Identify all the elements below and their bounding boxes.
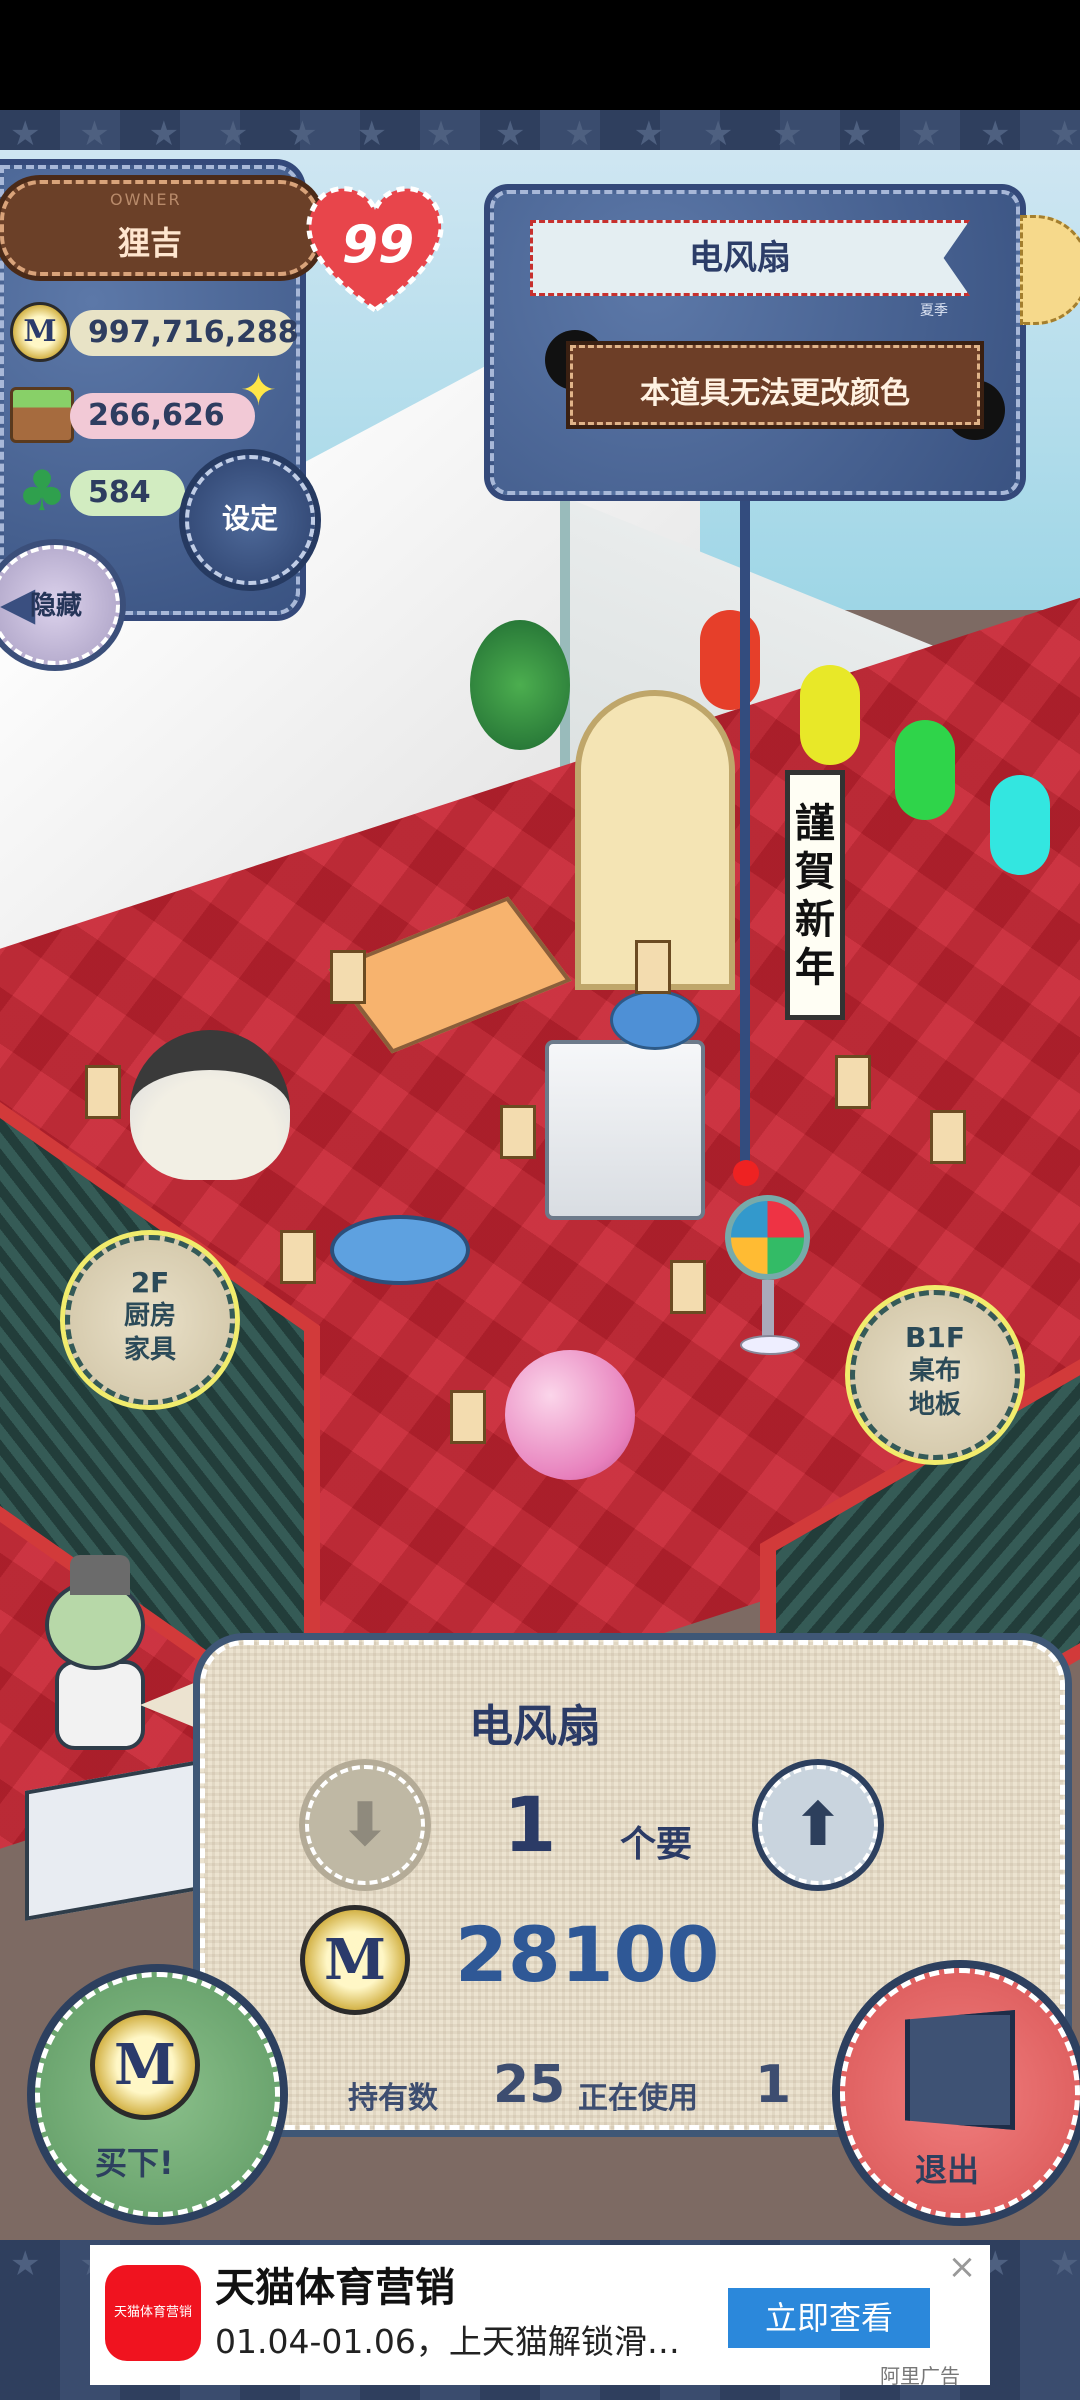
increase-quantity-button[interactable]: ⬆ xyxy=(758,1765,878,1885)
sparkle-icon: ✦ xyxy=(240,365,277,416)
price-sign xyxy=(835,1055,871,1109)
floor-category: 地板 xyxy=(908,1390,961,1420)
item-note: 本道具无法更改颜色 xyxy=(640,376,910,411)
item-name: 电风扇 xyxy=(689,238,791,278)
floor-category: 厨房 xyxy=(123,1301,176,1331)
owner-name: 狸吉 xyxy=(117,224,182,262)
purchase-item-name: 电风扇 xyxy=(469,1701,601,1752)
ad-description: 01.04-01.06，上天猫解锁滑雪新玩法 xyxy=(215,2322,695,2361)
display-bulb-red xyxy=(700,610,760,710)
fan-stand xyxy=(762,1280,774,1340)
display-bulb-green xyxy=(895,720,955,820)
floor-category: 桌布 xyxy=(908,1356,961,1386)
fan-base xyxy=(740,1335,800,1355)
ad-title: 天猫体育营销 xyxy=(215,2265,455,2311)
price-sign xyxy=(500,1105,536,1159)
floor-2f-button[interactable]: 2F 厨房 家具 xyxy=(65,1235,235,1405)
close-icon[interactable]: × xyxy=(945,2250,979,2284)
ice-cream-seat[interactable] xyxy=(130,1030,290,1180)
goods-row: 266,626 xyxy=(10,385,270,445)
clover-value: 584 xyxy=(70,470,185,516)
electric-fan[interactable] xyxy=(725,1195,810,1280)
price-sign xyxy=(280,1230,316,1284)
tmall-logo-icon: 天猫体育营销 xyxy=(105,2265,201,2361)
in-use-value: 1 xyxy=(755,2055,792,2115)
down-arrow-icon: ⬇ xyxy=(339,1790,391,1860)
hide-label: 隐藏 xyxy=(30,591,83,621)
potted-plant[interactable] xyxy=(470,620,570,750)
washing-machine-lid xyxy=(610,990,700,1050)
bear-body xyxy=(55,1660,145,1750)
money-row: M 997,716,288 xyxy=(10,302,299,362)
coin-icon: M xyxy=(90,2010,200,2120)
floor-b1f-button[interactable]: B1F 桌布 地板 xyxy=(850,1290,1020,1460)
coin-icon: M xyxy=(10,302,70,362)
pink-ball[interactable] xyxy=(505,1350,635,1480)
owned-value: 25 xyxy=(493,2055,566,2115)
round-table[interactable] xyxy=(330,1215,470,1285)
price-sign xyxy=(450,1390,486,1444)
decrease-quantity-button[interactable]: ⬇ xyxy=(305,1765,425,1885)
ad-cta-button[interactable]: 立即查看 xyxy=(728,2288,930,2348)
money-value: 997,716,288 xyxy=(70,310,299,356)
floor-label: 2F xyxy=(130,1266,170,1299)
owned-label: 持有数 xyxy=(348,2081,438,2116)
settings-button[interactable]: 设定 xyxy=(185,455,315,585)
display-bulb-yellow xyxy=(800,665,860,765)
clover-row: ♣ 584 xyxy=(10,459,210,524)
up-arrow-icon: ⬆ xyxy=(792,1790,844,1860)
price-sign xyxy=(670,1260,706,1314)
bear-hat xyxy=(70,1555,130,1595)
washing-machine[interactable] xyxy=(545,1040,705,1220)
clover-icon: ♣ xyxy=(16,459,68,524)
quantity-value: 1 xyxy=(503,1780,557,1869)
buy-label: 买下! xyxy=(95,2144,174,2182)
scroll-text: 謹賀新年 xyxy=(795,800,835,991)
selection-string xyxy=(740,495,750,1175)
level-number: 99 xyxy=(341,215,415,275)
floor-category: 家具 xyxy=(123,1335,176,1365)
floor-label: B1F xyxy=(905,1321,965,1354)
price-sign xyxy=(85,1065,121,1119)
ad-tag: 阿里广告 xyxy=(880,2364,960,2388)
owner-tag: OWNER xyxy=(110,190,182,209)
coin-icon: M xyxy=(300,1905,410,2015)
selection-knob xyxy=(733,1160,759,1186)
basket-icon xyxy=(10,387,74,443)
price-value: 28100 xyxy=(455,1910,720,1999)
door-icon xyxy=(905,2010,1015,2130)
display-bulb-cyan xyxy=(990,775,1050,875)
season-badge xyxy=(1020,215,1080,325)
price-sign xyxy=(930,1110,966,1164)
quantity-unit: 个要 xyxy=(620,1824,693,1865)
price-sign xyxy=(330,950,366,1004)
goods-value: 266,626 xyxy=(70,393,255,439)
exit-label: 退出 xyxy=(915,2151,980,2189)
in-use-label: 正在使用 xyxy=(578,2081,698,2116)
status-bar xyxy=(0,0,1080,110)
price-sign xyxy=(635,940,671,994)
item-subtag: 夏季 xyxy=(920,303,948,319)
